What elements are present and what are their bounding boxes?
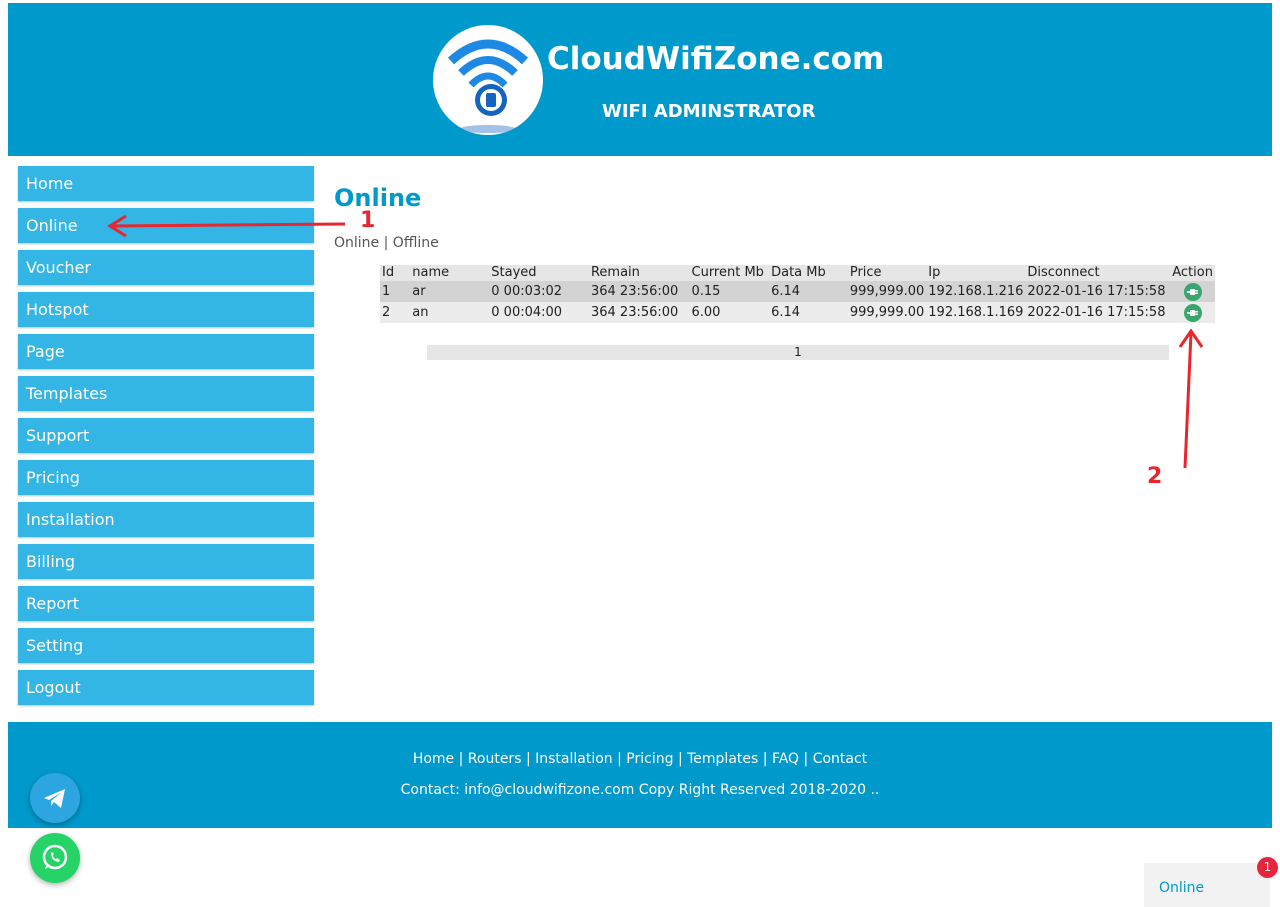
- status-widget-label: Online: [1159, 880, 1205, 896]
- site-footer: Home | Routers | Installation | Pricing …: [8, 722, 1272, 828]
- disconnect-button[interactable]: [1183, 282, 1202, 301]
- cell-disconnect: 2022-01-16 17:15:58: [1025, 302, 1171, 323]
- sidebar-nav: Home Online Voucher Hotspot Page Templat…: [18, 166, 314, 712]
- cell-id: 1: [380, 281, 411, 302]
- page-title: Online: [334, 184, 422, 212]
- table-row: 1 ar 0 00:03:02 364 23:56:00 0.15 6.14 9…: [380, 281, 1215, 302]
- column-header-stayed: Stayed: [489, 265, 589, 281]
- page-link-1[interactable]: 1: [794, 345, 802, 359]
- plug-icon: [1186, 288, 1198, 295]
- footer-link-installation[interactable]: Installation: [535, 751, 613, 767]
- cell-id: 2: [380, 302, 411, 323]
- online-status-widget[interactable]: Online 1: [1144, 857, 1278, 907]
- nav-item-setting[interactable]: Setting: [18, 628, 314, 663]
- cell-action: [1170, 302, 1215, 323]
- footer-links: Home | Routers | Installation | Pricing …: [412, 751, 868, 767]
- annotation-marker-2: 2: [1147, 464, 1163, 489]
- online-link[interactable]: Online: [334, 235, 379, 251]
- cell-data-mb: 6.14: [769, 302, 848, 323]
- cell-current-mb: 6.00: [689, 302, 770, 323]
- footer-contact: Contact: info@cloudwifizone.com Copy Rig…: [400, 782, 880, 798]
- cell-data-mb: 6.14: [769, 281, 848, 302]
- view-toggle-links: Online | Offline: [334, 235, 439, 251]
- site-title: CloudWifiZone.com: [547, 41, 885, 77]
- cell-stayed: 0 00:03:02: [489, 281, 589, 302]
- cell-remain: 364 23:56:00: [588, 302, 690, 323]
- footer-link-routers[interactable]: Routers: [468, 751, 522, 767]
- cell-ip: 192.168.1.169: [926, 302, 1026, 323]
- cell-stayed: 0 00:04:00: [489, 302, 589, 323]
- table-header-row: Id name Stayed Remain Current Mb Data Mb…: [380, 265, 1215, 281]
- column-header-current-mb: Current Mb: [689, 265, 770, 281]
- column-header-id: Id: [380, 265, 411, 281]
- column-header-disconnect: Disconnect: [1025, 265, 1171, 281]
- footer-link-home[interactable]: Home: [413, 751, 454, 767]
- nav-item-page[interactable]: Page: [18, 334, 314, 369]
- column-header-remain: Remain: [588, 265, 690, 281]
- table-row: 2 an 0 00:04:00 364 23:56:00 6.00 6.14 9…: [380, 302, 1215, 323]
- nav-item-voucher[interactable]: Voucher: [18, 250, 314, 285]
- site-header: CloudWifiZone.com WIFI ADMINSTRATOR: [8, 3, 1272, 156]
- notification-badge: 1: [1257, 857, 1278, 878]
- cell-remain: 364 23:56:00: [588, 281, 690, 302]
- cell-disconnect: 2022-01-16 17:15:58: [1025, 281, 1171, 302]
- cell-current-mb: 0.15: [689, 281, 770, 302]
- cell-action: [1170, 281, 1215, 302]
- plug-icon: [1186, 309, 1198, 316]
- nav-item-billing[interactable]: Billing: [18, 544, 314, 579]
- site-subtitle: WIFI ADMINSTRATOR: [602, 101, 816, 122]
- whatsapp-button[interactable]: [30, 833, 80, 883]
- column-header-name: name: [410, 265, 490, 281]
- cell-name: an: [410, 302, 490, 323]
- footer-link-pricing[interactable]: Pricing: [626, 751, 673, 767]
- nav-item-installation[interactable]: Installation: [18, 502, 314, 537]
- footer-link-contact[interactable]: Contact: [813, 751, 867, 767]
- nav-item-hotspot[interactable]: Hotspot: [18, 292, 314, 327]
- nav-item-home[interactable]: Home: [18, 166, 314, 201]
- cell-ip: 192.168.1.216: [926, 281, 1026, 302]
- nav-item-templates[interactable]: Templates: [18, 376, 314, 411]
- column-header-data-mb: Data Mb: [769, 265, 848, 281]
- footer-link-faq[interactable]: FAQ: [772, 751, 799, 767]
- wifi-logo-icon: [433, 25, 543, 135]
- cell-price: 999,999.00: [847, 281, 927, 302]
- column-header-price: Price: [847, 265, 927, 281]
- column-header-action: Action: [1170, 265, 1215, 281]
- link-separator: |: [383, 235, 389, 251]
- nav-item-report[interactable]: Report: [18, 586, 314, 621]
- telegram-button[interactable]: [30, 773, 80, 823]
- cell-name: ar: [410, 281, 490, 302]
- telegram-icon: [44, 789, 65, 808]
- nav-item-online[interactable]: Online: [18, 208, 314, 243]
- column-header-ip: Ip: [926, 265, 1026, 281]
- disconnect-button[interactable]: [1183, 303, 1202, 322]
- pagination-bar: 1: [427, 345, 1169, 360]
- cell-price: 999,999.00: [847, 302, 927, 323]
- whatsapp-icon: [42, 844, 68, 870]
- nav-item-logout[interactable]: Logout: [18, 670, 314, 705]
- offline-link[interactable]: Offline: [393, 235, 439, 251]
- footer-link-templates[interactable]: Templates: [687, 751, 758, 767]
- online-sessions-table: Id name Stayed Remain Current Mb Data Mb…: [380, 265, 1215, 323]
- nav-item-pricing[interactable]: Pricing: [18, 460, 314, 495]
- nav-item-support[interactable]: Support: [18, 418, 314, 453]
